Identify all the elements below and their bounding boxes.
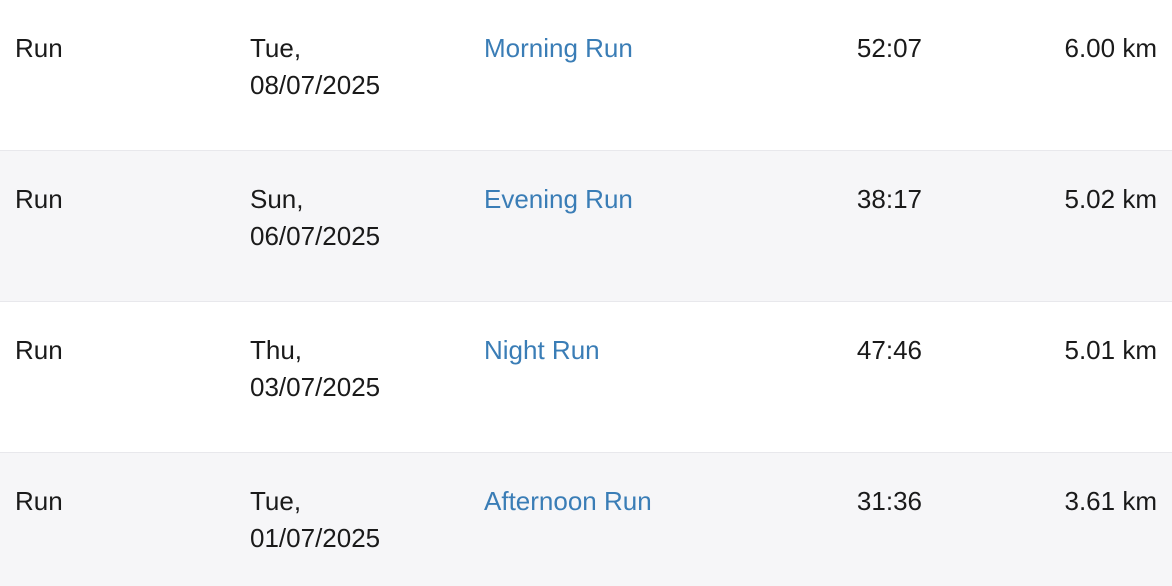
sport-type: Run xyxy=(15,33,63,63)
activity-date: Sun, 06/07/2025 xyxy=(250,181,450,255)
activity-table: Run Tue, 08/07/2025 Morning Run 52:07 6.… xyxy=(0,0,1172,586)
activity-time: 47:46 xyxy=(856,335,922,365)
activity-time: 38:17 xyxy=(856,184,922,214)
sport-type: Run xyxy=(15,335,63,365)
activity-weekday: Sun, xyxy=(250,184,304,214)
table-row: Run Sun, 06/07/2025 Evening Run 38:17 5.… xyxy=(0,151,1172,302)
activity-weekday: Tue, xyxy=(250,486,302,516)
activity-title-link[interactable]: Afternoon Run xyxy=(484,483,652,520)
table-row: Run Tue, 08/07/2025 Morning Run 52:07 6.… xyxy=(0,0,1172,151)
activity-title-link[interactable]: Night Run xyxy=(484,332,600,369)
table-row: Run Tue, 01/07/2025 Afternoon Run 31:36 … xyxy=(0,453,1172,586)
activity-date: Tue, 01/07/2025 xyxy=(250,483,450,557)
activity-weekday: Tue, xyxy=(250,33,302,63)
table-row: Run Thu, 03/07/2025 Night Run 47:46 5.01… xyxy=(0,302,1172,453)
activity-date-value: 01/07/2025 xyxy=(250,523,381,553)
activity-distance: 5.01 km xyxy=(1064,335,1158,365)
activity-distance: 3.61 km xyxy=(1064,486,1158,516)
activity-date: Thu, 03/07/2025 xyxy=(250,332,450,406)
activity-distance: 6.00 km xyxy=(1064,33,1158,63)
activity-date-value: 03/07/2025 xyxy=(250,372,381,402)
activity-weekday: Thu, xyxy=(250,335,303,365)
sport-type: Run xyxy=(15,486,63,516)
activity-date-value: 06/07/2025 xyxy=(250,221,381,251)
activity-title-link[interactable]: Evening Run xyxy=(484,181,633,218)
activity-time: 52:07 xyxy=(856,33,922,63)
activity-date: Tue, 08/07/2025 xyxy=(250,30,450,104)
sport-type: Run xyxy=(15,184,63,214)
activity-date-value: 08/07/2025 xyxy=(250,70,381,100)
activity-distance: 5.02 km xyxy=(1064,184,1158,214)
activity-title-link[interactable]: Morning Run xyxy=(484,30,633,67)
activity-time: 31:36 xyxy=(856,486,922,516)
